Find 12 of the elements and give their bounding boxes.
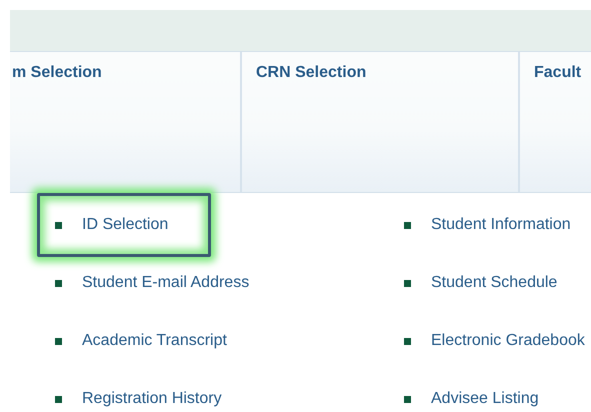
bullet-icon <box>404 280 411 286</box>
bullet-icon <box>404 338 411 344</box>
column-header: m Selection <box>10 52 242 192</box>
bullet-icon <box>55 338 62 344</box>
bullet-icon <box>404 396 411 402</box>
column-header: Facult <box>520 52 591 192</box>
bullet-icon <box>55 222 62 228</box>
bullet-icon <box>404 222 411 228</box>
bullet-icon <box>55 280 62 286</box>
bullet-icon <box>55 396 62 402</box>
column-header: CRN Selection <box>242 52 520 192</box>
menu-link[interactable]: ID Selection <box>37 193 212 257</box>
